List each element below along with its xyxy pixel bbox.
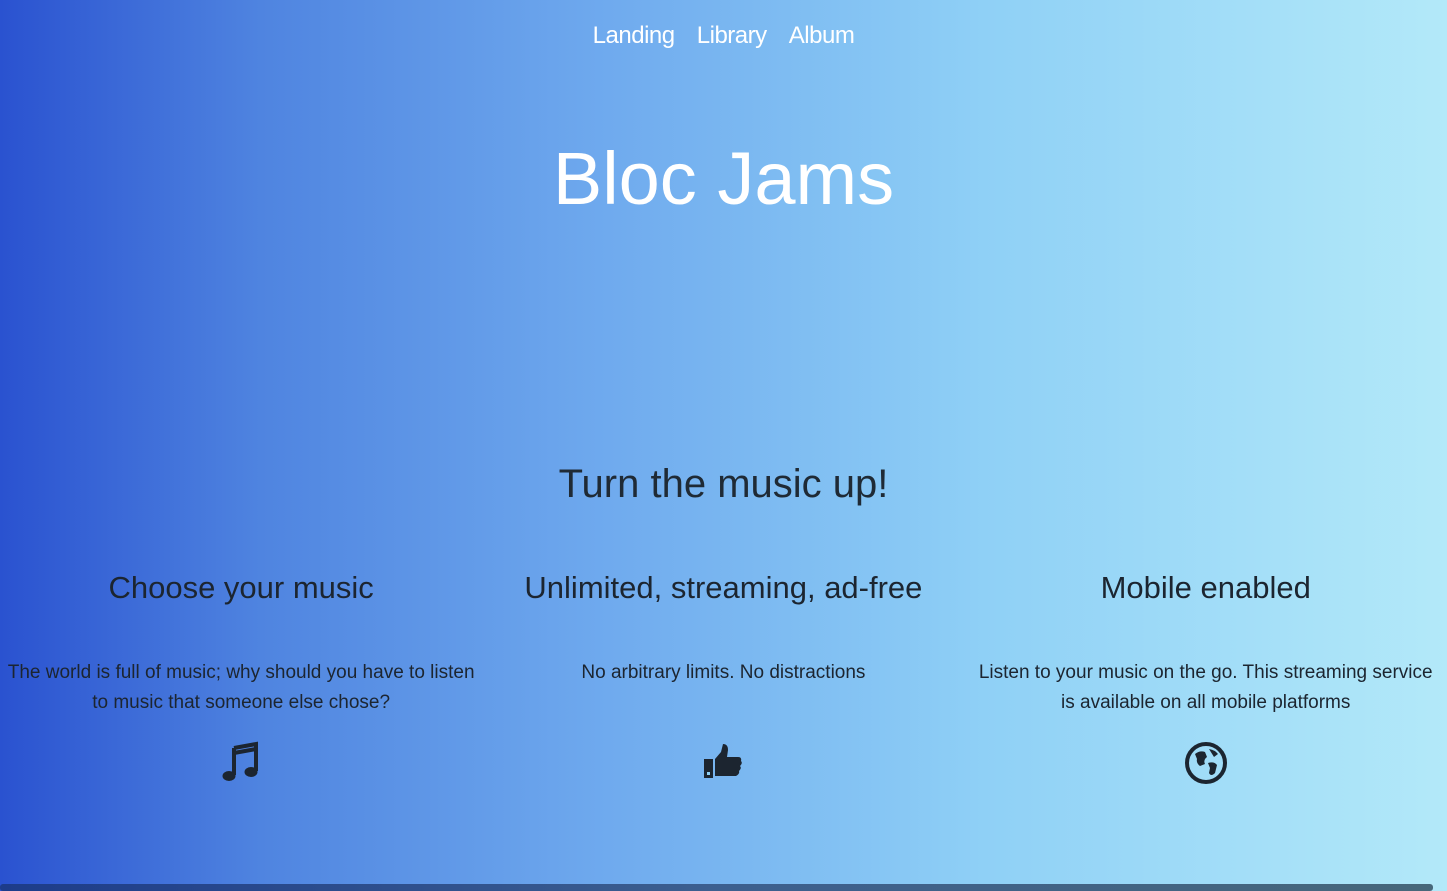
selling-point-choose-music: Choose your music The world is full of m…: [0, 570, 482, 791]
selling-point-description: The world is full of music; why should y…: [7, 662, 475, 713]
selling-point-description: No arbitrary limits. No distractions: [581, 662, 866, 683]
bottom-scrollbar[interactable]: [0, 884, 1433, 891]
nav-link-album[interactable]: Album: [789, 22, 855, 49]
globe-icon: [1183, 740, 1229, 786]
music-note-icon: [218, 740, 264, 786]
nav-link-landing[interactable]: Landing: [593, 22, 675, 49]
top-nav: Landing Library Album: [0, 22, 1447, 50]
selling-points-tagline: Turn the music up!: [558, 462, 889, 506]
selling-point-description: Listen to your music on the go. This str…: [978, 662, 1433, 713]
selling-points: Choose your music The world is full of m…: [0, 570, 1447, 791]
selling-point-title: Unlimited, streaming, ad-free: [524, 570, 923, 605]
thumbs-up-icon: [700, 740, 746, 786]
selling-point-unlimited: Unlimited, streaming, ad-free No arbitra…: [482, 570, 964, 791]
selling-point-mobile: Mobile enabled Listen to your music on t…: [965, 570, 1447, 791]
hero-title: Bloc Jams: [552, 137, 895, 220]
selling-point-title: Mobile enabled: [1100, 570, 1311, 605]
selling-point-title: Choose your music: [108, 570, 374, 605]
nav-link-library[interactable]: Library: [697, 22, 767, 49]
